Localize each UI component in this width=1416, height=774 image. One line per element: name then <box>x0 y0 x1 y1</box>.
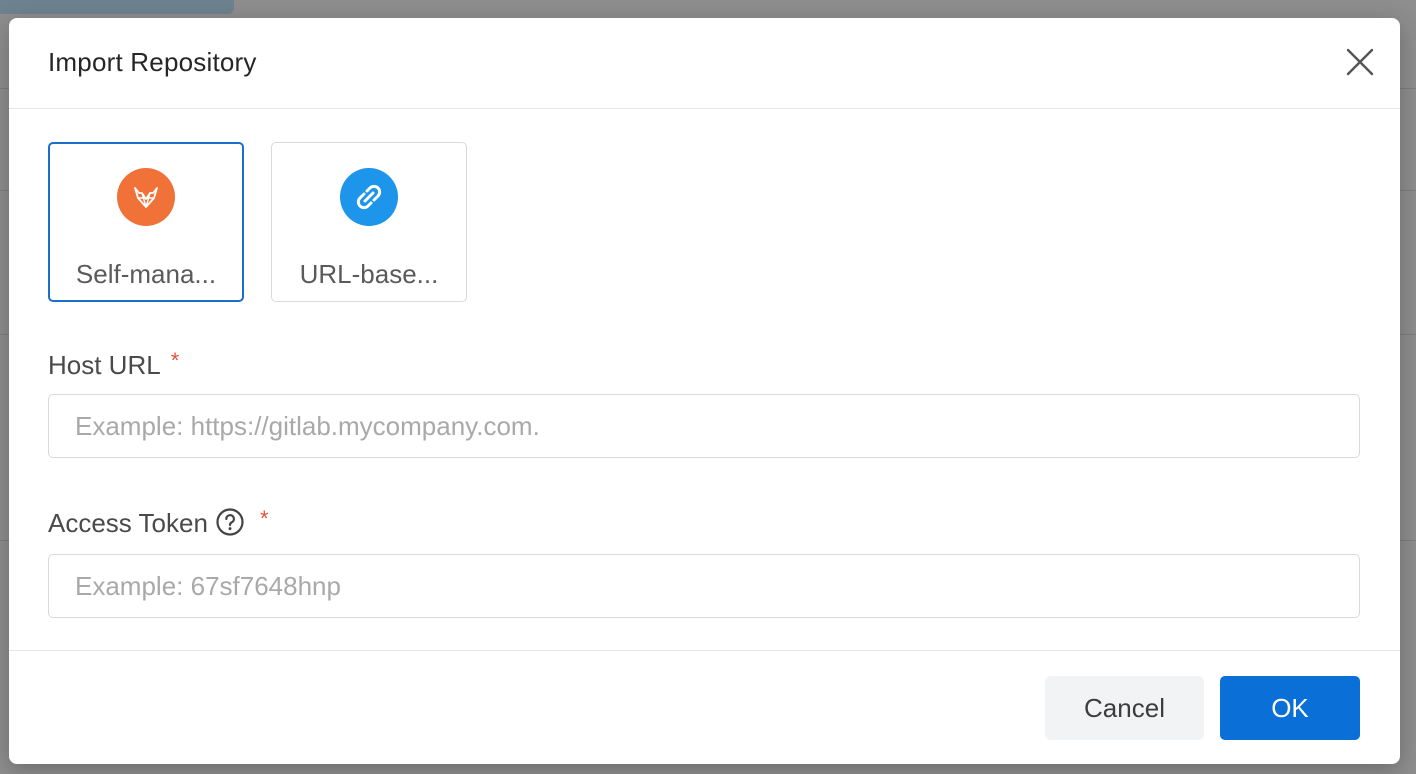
source-option-label: URL-base... <box>299 259 439 289</box>
source-option-label: Self-mana... <box>75 259 217 289</box>
dialog-footer: Cancel OK <box>9 650 1400 764</box>
ok-button[interactable]: OK <box>1220 676 1360 740</box>
required-indicator: * <box>259 506 269 531</box>
import-repository-dialog: Import Repository Self-mana... URL-base.… <box>9 18 1400 764</box>
dialog-title: Import Repository <box>48 47 257 77</box>
host-url-label-text: Host URL <box>48 350 161 380</box>
access-token-input[interactable] <box>48 554 1360 618</box>
link-icon <box>340 168 398 226</box>
close-button[interactable] <box>1346 48 1374 76</box>
close-icon <box>1346 48 1374 76</box>
dialog-header: Import Repository <box>9 18 1400 109</box>
gitlab-icon <box>117 168 175 226</box>
access-token-label-text: Access Token <box>48 508 208 538</box>
source-option-url-based[interactable]: URL-base... <box>271 142 467 302</box>
access-token-label: Access Token * <box>48 506 269 539</box>
required-indicator: * <box>170 348 180 373</box>
background-topbar <box>0 0 234 14</box>
source-option-self-managed[interactable]: Self-mana... <box>48 142 244 302</box>
question-circle-icon[interactable] <box>216 508 244 536</box>
host-url-label: Host URL * <box>48 348 180 381</box>
cancel-button[interactable]: Cancel <box>1045 676 1204 740</box>
host-url-input[interactable] <box>48 394 1360 458</box>
